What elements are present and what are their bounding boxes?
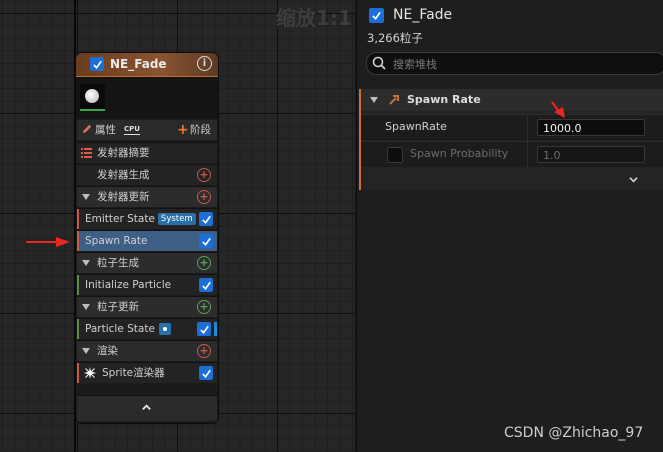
zoom-label: 缩放1:1: [276, 6, 352, 30]
emitter-update-group[interactable]: 发射器更新 +: [77, 186, 217, 207]
watermark: CSDN @Zhichao_97: [504, 425, 644, 441]
advanced-expand-button[interactable]: [361, 171, 663, 188]
annotation-arrow-icon: [551, 101, 565, 118]
cpu-badge: CPU: [124, 125, 140, 135]
add-module-icon[interactable]: +: [197, 256, 211, 270]
emitter-spawn-row[interactable]: 发射器生成 +: [77, 164, 217, 185]
particle-state-label-wrap: Particle State: [85, 319, 171, 339]
chevron-up-icon: [142, 404, 151, 410]
spawnrate-label: SpawnRate: [385, 120, 447, 133]
sparkle-icon: [84, 367, 96, 379]
add-stage-icon[interactable]: +: [177, 120, 189, 140]
particle-state-checkbox[interactable]: [197, 322, 211, 336]
initialize-particle-checkbox[interactable]: [199, 278, 213, 292]
emitter-spawn-label: 发射器生成: [97, 169, 150, 181]
initialize-particle-label: Initialize Particle: [85, 279, 172, 291]
pencil-icon[interactable]: [81, 124, 92, 135]
search-box[interactable]: [366, 52, 663, 75]
spawn-rate-section: Spawn Rate SpawnRate 1000.0 Spawn Probab…: [359, 89, 663, 190]
emitter-summary-label: 发射器摘要: [97, 147, 150, 159]
checkmark-icon: [199, 325, 209, 334]
particle-state-tag: [158, 323, 171, 335]
spawn-rate-checkbox[interactable]: [199, 234, 213, 248]
scroll-indicator: [214, 322, 217, 336]
initialize-particle-row[interactable]: Initialize Particle: [77, 274, 217, 295]
emitter-state-checkbox[interactable]: [199, 212, 213, 226]
spawn-probability-input[interactable]: 1.0: [537, 146, 645, 163]
emitter-update-label: 发射器更新: [97, 191, 150, 203]
properties-row: 属性 CPU + 阶段: [77, 120, 217, 140]
emitter-state-row[interactable]: Emitter State System: [77, 208, 217, 229]
graph-canvas[interactable]: 缩放1:1 NE_Fade i 属性 CPU + 阶段 发射器摘要 发射器生成 …: [0, 0, 355, 452]
spawn-probability-property-row: Spawn Probability 1.0: [361, 141, 663, 167]
spawn-rate-row[interactable]: Spawn Rate: [77, 230, 217, 251]
collapse-arrow-icon[interactable]: [82, 260, 90, 266]
stage-color-bar: [77, 275, 79, 295]
checkmark-icon: [201, 369, 211, 378]
checkmark-icon: [201, 281, 211, 290]
node-collapse-button[interactable]: [77, 395, 217, 421]
node-enabled-checkbox[interactable]: [90, 57, 104, 71]
node-title: NE_Fade: [110, 57, 167, 71]
spawnrate-input[interactable]: 1000.0: [537, 119, 645, 136]
module-icon: [389, 95, 399, 105]
spawnrate-property-row: SpawnRate 1000.0: [361, 114, 663, 140]
properties-label[interactable]: 属性: [95, 120, 116, 140]
collapse-arrow-icon[interactable]: [82, 304, 90, 310]
collapse-arrow-icon[interactable]: [82, 194, 90, 200]
checkmark-icon: [372, 11, 381, 20]
particle-spawn-group[interactable]: 粒子生成 +: [77, 252, 217, 273]
particle-update-label: 粒子更新: [97, 301, 139, 313]
system-tag: System: [157, 213, 196, 225]
list-icon: [81, 148, 92, 158]
render-group[interactable]: 渲染 +: [77, 340, 217, 361]
spawn-probability-checkbox[interactable]: [387, 147, 403, 163]
particle-update-group[interactable]: 粒子更新 +: [77, 296, 217, 317]
stage-button[interactable]: 阶段: [190, 120, 211, 140]
particle-thumbnail[interactable]: [80, 84, 105, 111]
particle-state-row[interactable]: Particle State: [77, 318, 217, 339]
particle-state-label: Particle State: [85, 323, 155, 335]
column-divider[interactable]: [527, 142, 528, 167]
checkmark-icon: [201, 237, 211, 246]
annotation-arrow-icon: [26, 237, 70, 247]
spawn-probability-label: Spawn Probability: [410, 147, 509, 160]
stage-color-bar: [77, 209, 79, 229]
section-title: Spawn Rate: [407, 93, 481, 106]
spawn-rate-label: Spawn Rate: [85, 235, 148, 247]
sprite-renderer-label: Sprite渲染器: [102, 367, 165, 379]
add-module-icon[interactable]: +: [197, 300, 211, 314]
stage-color-bar: [77, 363, 79, 383]
render-label: 渲染: [97, 345, 118, 357]
node-header[interactable]: NE_Fade i: [76, 53, 218, 77]
checkmark-icon: [201, 215, 211, 224]
emitter-title: NE_Fade: [393, 7, 453, 23]
thumbnail-area: [76, 77, 218, 119]
column-divider[interactable]: [527, 115, 528, 140]
emitter-state-label-wrap: Emitter State System: [85, 209, 196, 229]
stage-color-bar: [77, 231, 79, 251]
add-module-icon[interactable]: +: [197, 190, 211, 204]
info-icon[interactable]: i: [197, 56, 212, 71]
particle-count: 3,266粒子: [367, 31, 423, 45]
collapse-arrow-icon[interactable]: [370, 97, 378, 103]
search-input[interactable]: [391, 55, 655, 73]
search-icon: [372, 56, 386, 70]
emitter-node[interactable]: NE_Fade i 属性 CPU + 阶段 发射器摘要 发射器生成 + 发射器更…: [76, 53, 218, 423]
add-module-icon[interactable]: +: [197, 168, 211, 182]
emitter-enabled-checkbox[interactable]: [369, 8, 384, 23]
particle-spawn-label: 粒子生成: [97, 257, 139, 269]
add-module-icon[interactable]: +: [197, 344, 211, 358]
chevron-down-icon: [629, 177, 638, 183]
emitter-summary-row[interactable]: 发射器摘要: [77, 142, 217, 163]
details-panel: NE_Fade 3,266粒子 Spawn Rate SpawnRate 100…: [356, 0, 663, 452]
collapse-arrow-icon[interactable]: [82, 348, 90, 354]
section-header[interactable]: Spawn Rate: [361, 89, 663, 111]
sprite-renderer-checkbox[interactable]: [199, 366, 213, 380]
sprite-renderer-row[interactable]: Sprite渲染器: [77, 362, 217, 383]
checkmark-icon: [92, 60, 102, 69]
stage-color-bar: [77, 319, 79, 339]
emitter-state-label: Emitter State: [85, 213, 155, 225]
